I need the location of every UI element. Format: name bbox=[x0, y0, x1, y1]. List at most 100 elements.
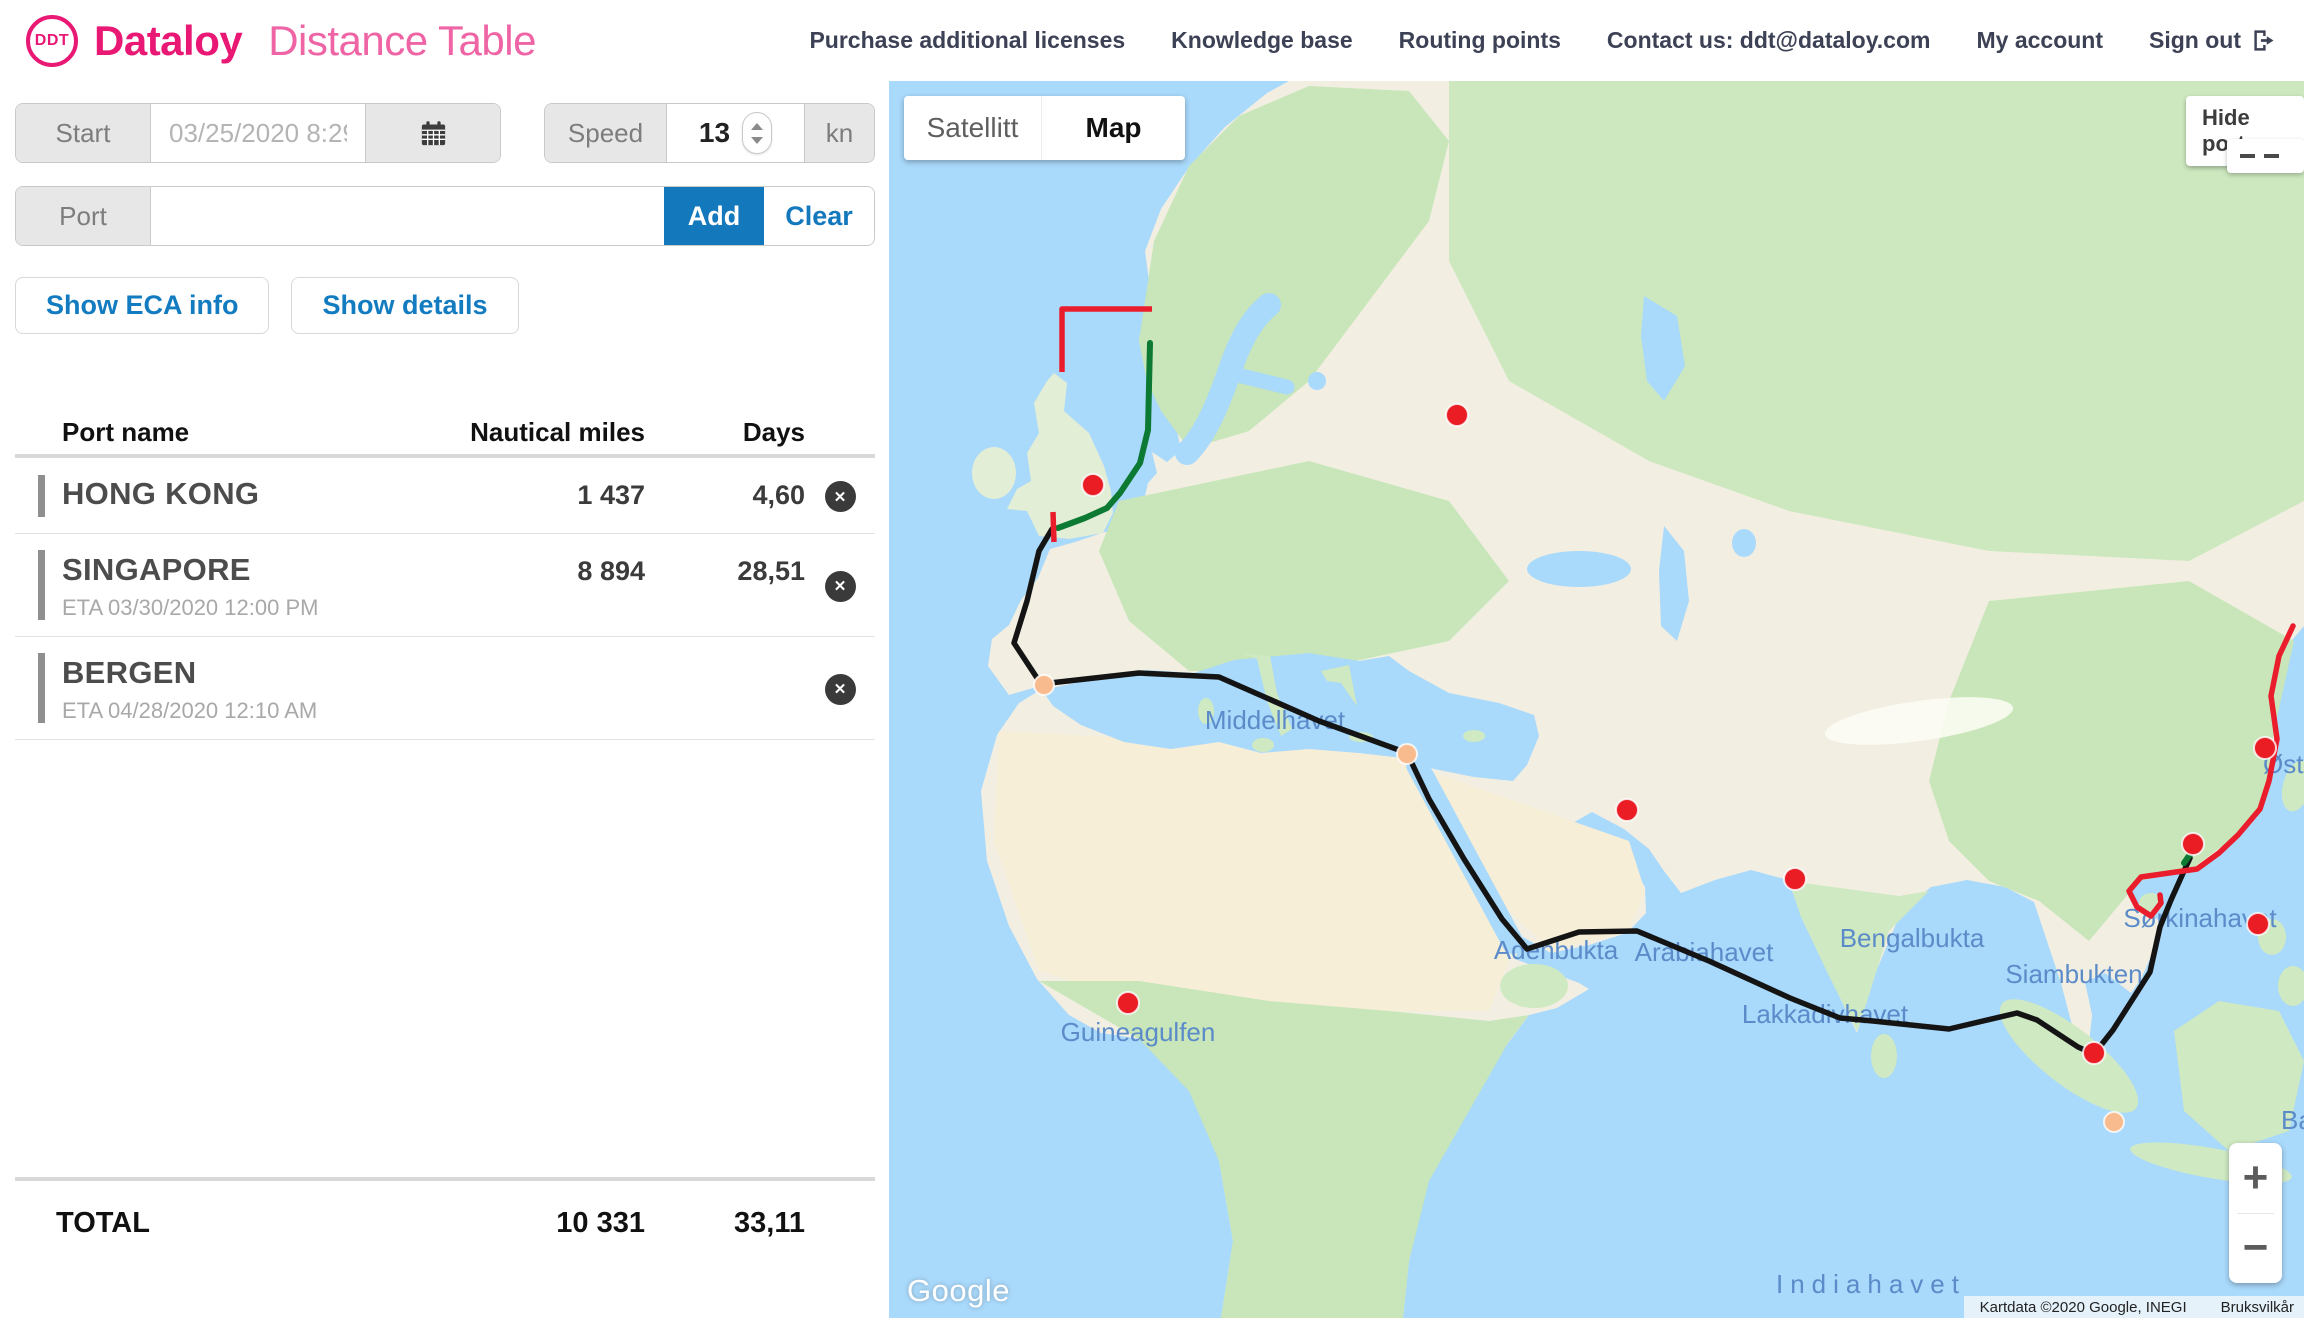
remove-port-button[interactable]: ✕ bbox=[825, 481, 856, 512]
port-marker-red[interactable] bbox=[2247, 913, 2269, 935]
port-days: 4,60 bbox=[645, 480, 805, 511]
map-black-sea bbox=[1527, 551, 1631, 587]
route-panel: Start Speed 13 bbox=[0, 81, 889, 1318]
map-sicily bbox=[1252, 738, 1274, 752]
map-canvas: MiddelhavetAdenbuktaArabiahavetBengalbuk… bbox=[889, 81, 2304, 1318]
brand-suffix: Distance Table bbox=[268, 17, 536, 65]
sea-label: Bengalbukta bbox=[1840, 923, 1985, 953]
col-port-name: Port name bbox=[15, 417, 405, 448]
show-details-button[interactable]: Show details bbox=[291, 277, 518, 334]
table-row[interactable]: HONG KONG1 4374,60 ✕ bbox=[15, 458, 875, 534]
total-miles: 10 331 bbox=[405, 1207, 645, 1240]
col-days: Days bbox=[645, 417, 805, 448]
clear-ports-button[interactable]: Clear bbox=[764, 187, 874, 245]
top-nav: Purchase additional licenses Knowledge ba… bbox=[809, 27, 2278, 54]
app-header: DDT Dataloy Distance Table Purchase addi… bbox=[0, 0, 2304, 81]
nav-item-0[interactable]: Purchase additional licenses bbox=[809, 27, 1125, 54]
port-marker-orange[interactable] bbox=[2104, 1112, 2124, 1132]
map-attribution: Kartdata ©2020 Google, INEGI Bruksvilkår bbox=[1964, 1296, 2304, 1318]
port-marker-red[interactable] bbox=[2182, 833, 2204, 855]
zoom-out-button[interactable]: − bbox=[2229, 1214, 2282, 1284]
start-group: Start bbox=[15, 103, 501, 163]
port-name: BERGEN bbox=[62, 654, 405, 692]
sea-label: Guineagulfen bbox=[1061, 1017, 1216, 1047]
nav-item-3[interactable]: Contact us: ddt@dataloy.com bbox=[1607, 27, 1931, 54]
table-row[interactable]: SINGAPORE ETA 03/30/2020 12:00 PM8 89428,… bbox=[15, 534, 875, 637]
port-miles: 1 437 bbox=[405, 480, 645, 511]
calendar-button[interactable] bbox=[365, 104, 500, 162]
col-nautical-miles: Nautical miles bbox=[405, 417, 645, 448]
stepper-up-icon[interactable] bbox=[751, 123, 763, 130]
stepper-down-icon[interactable] bbox=[751, 137, 763, 144]
nav-item-4[interactable]: My account bbox=[1976, 27, 2103, 54]
sign-out-icon bbox=[2251, 27, 2278, 54]
brand-name: Dataloy bbox=[94, 17, 242, 65]
speed-label: Speed bbox=[545, 104, 667, 162]
speed-stepper[interactable] bbox=[742, 112, 772, 154]
port-eta: ETA 04/28/2020 12:10 AM bbox=[62, 698, 405, 724]
port-label: Port bbox=[16, 187, 151, 245]
speed-value[interactable]: 13 bbox=[699, 117, 730, 149]
drag-handle[interactable] bbox=[38, 653, 45, 723]
nav-item-1[interactable]: Knowledge base bbox=[1171, 27, 1352, 54]
nav-item-2[interactable]: Routing points bbox=[1399, 27, 1561, 54]
sea-label: Indiahavet bbox=[1776, 1269, 1966, 1299]
sea-label: Middelhavet bbox=[1205, 705, 1346, 735]
port-marker-orange[interactable] bbox=[1034, 675, 1054, 695]
partial-map-control[interactable] bbox=[2227, 139, 2304, 173]
start-label: Start bbox=[16, 104, 151, 162]
port-marker-orange[interactable] bbox=[1397, 744, 1417, 764]
port-marker-red[interactable] bbox=[1082, 474, 1104, 496]
port-group: Port Add Clear bbox=[15, 186, 875, 246]
port-marker-red[interactable] bbox=[1117, 992, 1139, 1014]
port-marker-red[interactable] bbox=[2083, 1042, 2105, 1064]
port-name: SINGAPORE bbox=[62, 551, 405, 589]
sea-label: Siambukten bbox=[2005, 959, 2142, 989]
map-green-horn bbox=[1500, 964, 1568, 1008]
brand-logo[interactable]: DDT Dataloy Distance Table bbox=[26, 15, 536, 67]
speed-group: Speed 13 kn bbox=[544, 103, 875, 163]
port-days: 28,51 bbox=[645, 556, 805, 587]
map-type-control: Satellitt Map bbox=[904, 96, 1185, 160]
map[interactable]: MiddelhavetAdenbuktaArabiahavetBengalbuk… bbox=[889, 81, 2304, 1318]
eca-red-channel bbox=[1053, 512, 1054, 542]
satellite-toggle[interactable]: Satellitt bbox=[904, 96, 1042, 160]
terms-link[interactable]: Bruksvilkår bbox=[2221, 1299, 2294, 1316]
port-marker-red[interactable] bbox=[2254, 737, 2276, 759]
remove-port-button[interactable]: ✕ bbox=[825, 674, 856, 705]
show-eca-info-button[interactable]: Show ECA info bbox=[15, 277, 269, 334]
map-lake-ladoga bbox=[1308, 372, 1326, 390]
map-ireland bbox=[972, 447, 1016, 499]
port-marker-red[interactable] bbox=[1784, 868, 1806, 890]
map-cyprus bbox=[1463, 730, 1485, 742]
zoom-control: + − bbox=[2229, 1143, 2282, 1283]
speed-unit: kn bbox=[804, 104, 874, 162]
port-list: HONG KONG1 4374,60 ✕ SINGAPORE ETA 03/30/20… bbox=[15, 454, 875, 740]
map-green-china-sea bbox=[1929, 581, 2294, 941]
map-toggle[interactable]: Map bbox=[1042, 96, 1185, 160]
port-search-input[interactable] bbox=[151, 187, 664, 245]
nav-sign-out[interactable]: Sign out bbox=[2149, 27, 2278, 54]
add-port-button[interactable]: Add bbox=[664, 187, 764, 245]
table-row[interactable]: BERGEN ETA 04/28/2020 12:10 AM ✕ bbox=[15, 637, 875, 740]
map-aral-sea bbox=[1732, 529, 1756, 557]
google-logo[interactable]: Google bbox=[907, 1273, 1010, 1309]
port-miles: 8 894 bbox=[405, 556, 645, 587]
start-datetime-input[interactable] bbox=[151, 104, 365, 162]
sign-out-label: Sign out bbox=[2149, 27, 2241, 54]
total-row: TOTAL 10 331 33,11 bbox=[15, 1177, 875, 1240]
table-header: Port name Nautical miles Days bbox=[15, 410, 875, 454]
port-marker-red[interactable] bbox=[1446, 404, 1468, 426]
port-name: HONG KONG bbox=[62, 475, 405, 513]
drag-handle[interactable] bbox=[38, 550, 45, 620]
eca-red-north bbox=[1062, 309, 1152, 372]
ddt-logo-icon: DDT bbox=[26, 15, 78, 67]
sea-label: Ban bbox=[2281, 1105, 2304, 1135]
drag-handle[interactable] bbox=[38, 475, 45, 517]
port-marker-red[interactable] bbox=[1616, 799, 1638, 821]
remove-port-button[interactable]: ✕ bbox=[825, 571, 856, 602]
port-eta: ETA 03/30/2020 12:00 PM bbox=[62, 595, 405, 621]
map-sri-lanka bbox=[1871, 1034, 1897, 1078]
zoom-in-button[interactable]: + bbox=[2229, 1143, 2282, 1213]
total-days: 33,11 bbox=[645, 1207, 805, 1240]
